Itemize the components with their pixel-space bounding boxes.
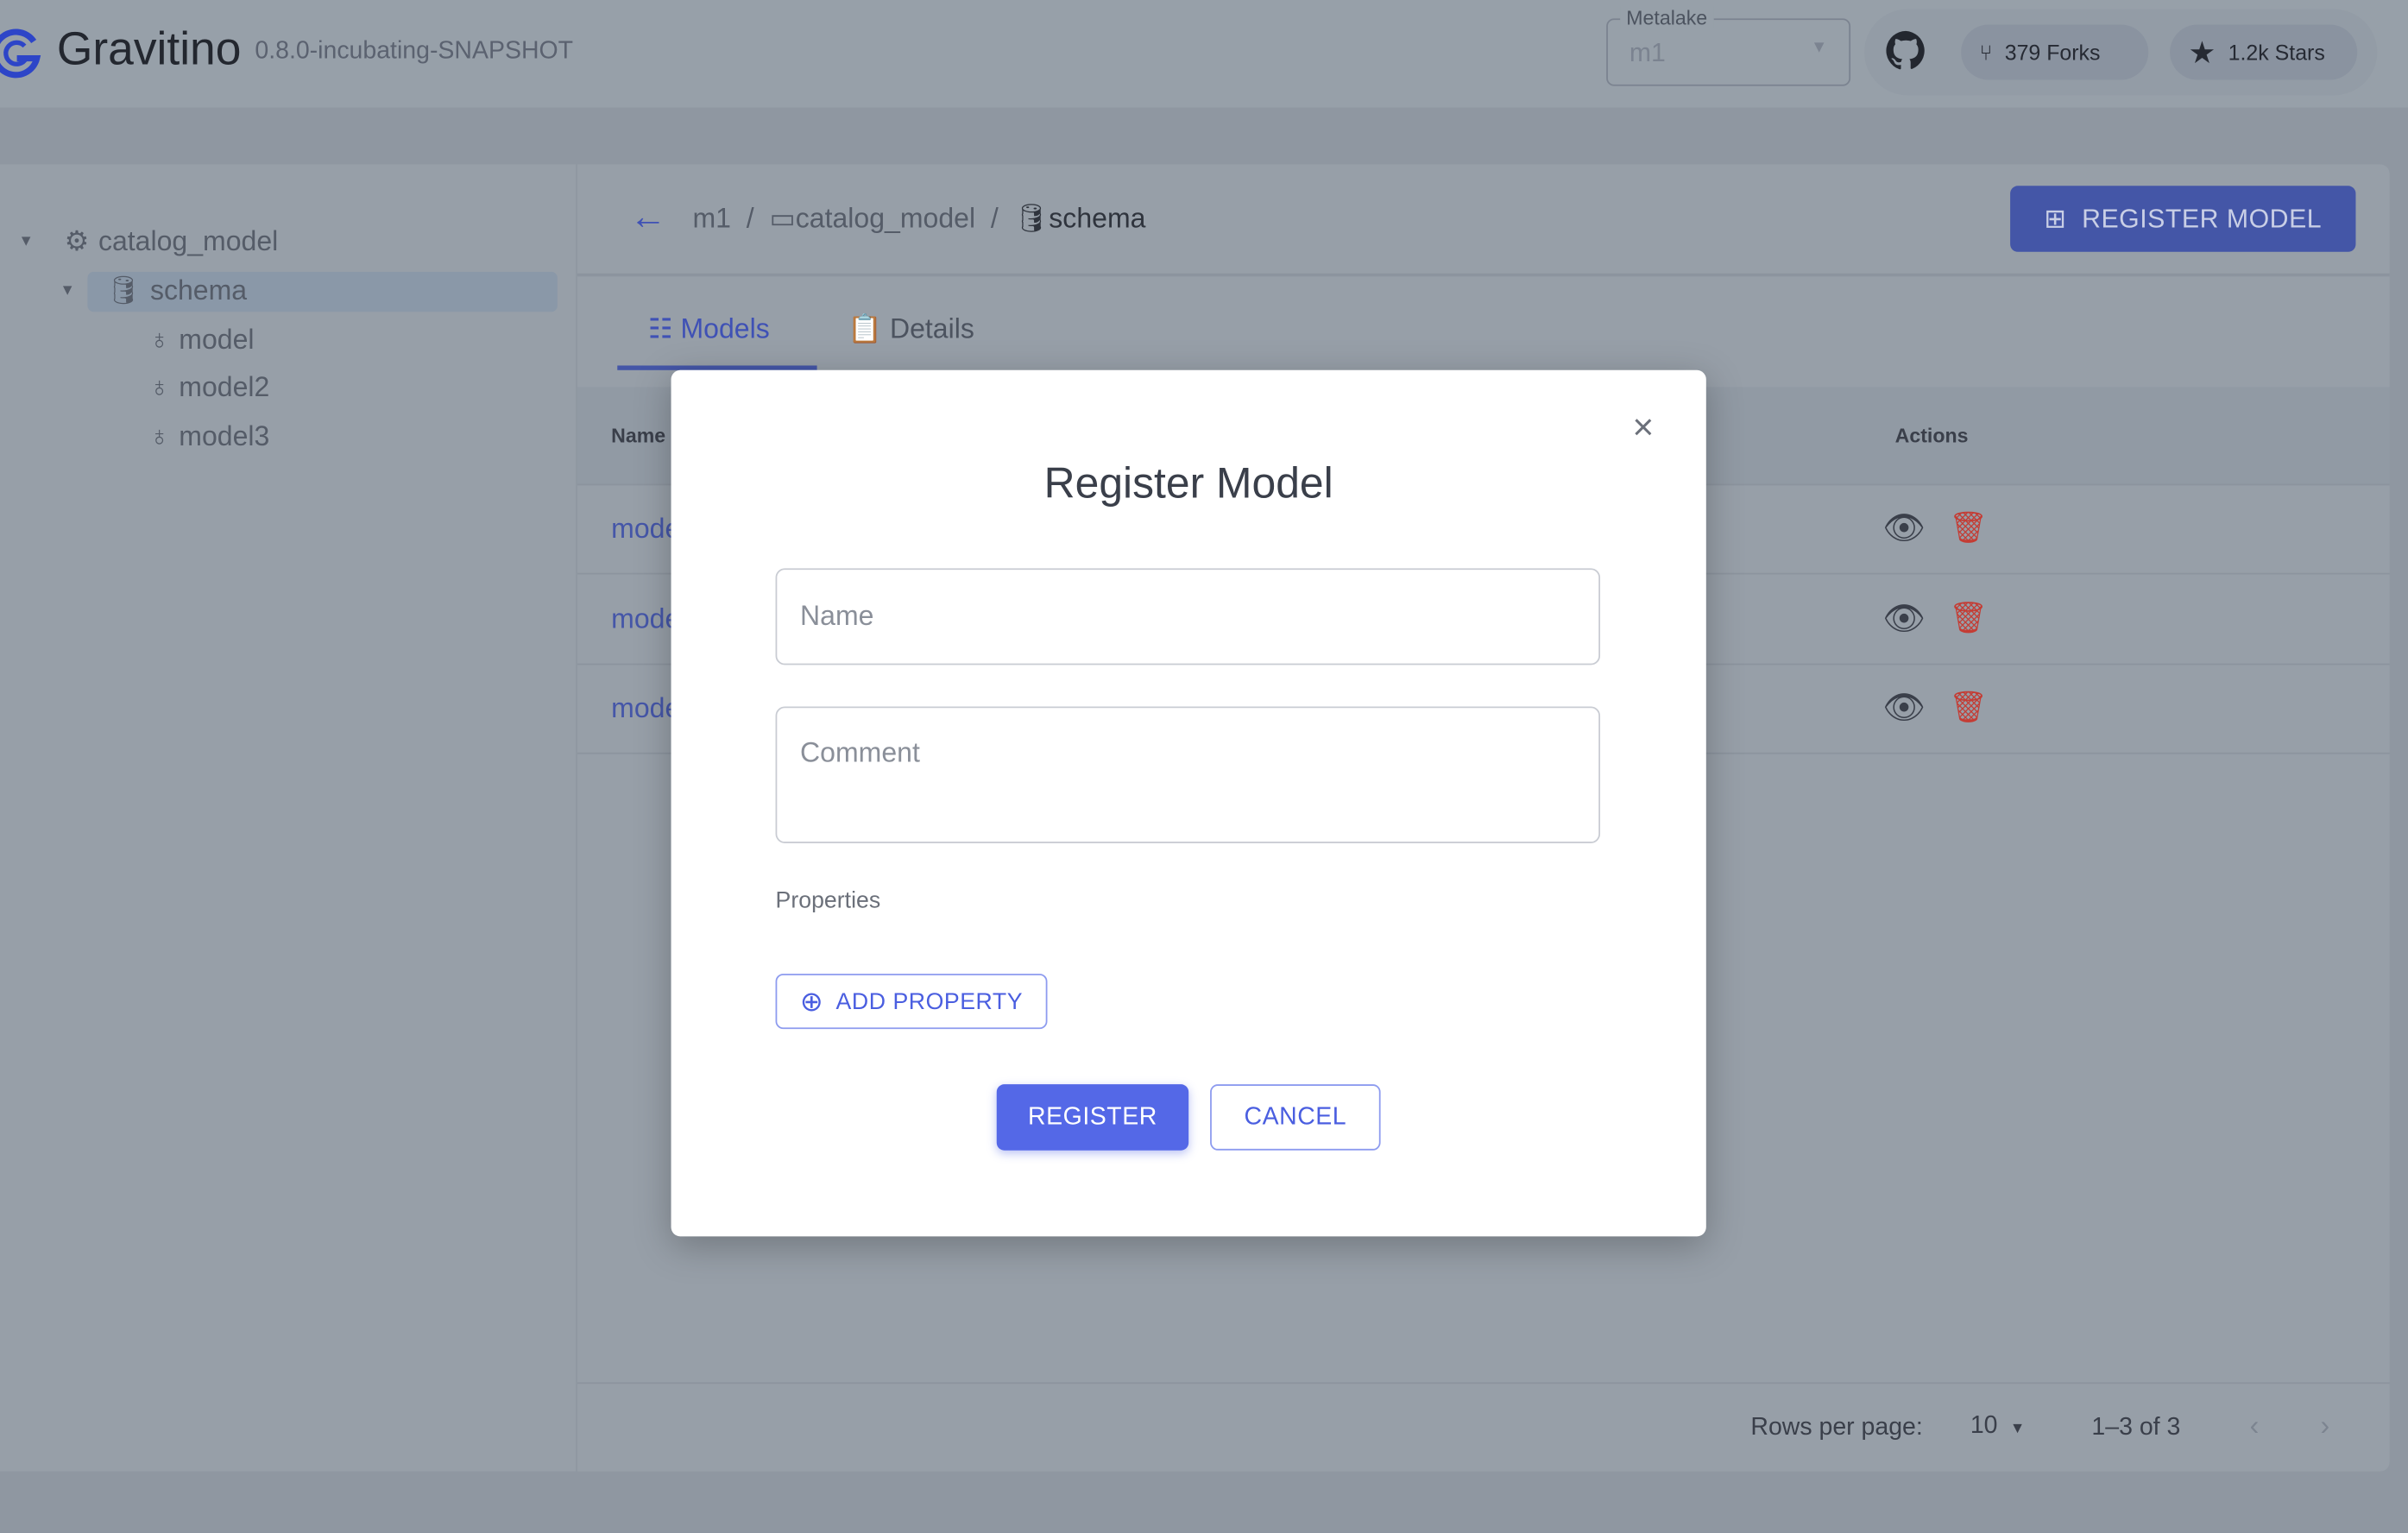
- tree-model[interactable]: ♁ model2: [149, 372, 270, 404]
- cancel-label: CANCEL: [1244, 1103, 1347, 1130]
- eye-icon[interactable]: 👁: [1882, 599, 1926, 639]
- clipboard-icon: 📋: [848, 312, 890, 344]
- sidebar-tree: ▼ ⚙ catalog_model ▼ 🛢 schema ♁ model ♁ model2 …: [0, 164, 577, 1472]
- rows-per-page-select[interactable]: 10 ▼: [1970, 1413, 2026, 1441]
- trash-icon[interactable]: 🗑: [1949, 508, 1988, 546]
- forks-button[interactable]: ⑂ 379 Forks: [1961, 24, 2149, 80]
- caret-down-icon: ▼: [18, 233, 34, 251]
- caret-down-icon: ▼: [60, 282, 76, 300]
- chevron-down-icon: ▼: [2009, 1420, 2026, 1438]
- prev-page-icon[interactable]: ‹: [2250, 1410, 2260, 1442]
- properties-label: Properties: [775, 887, 881, 914]
- metalake-value: m1: [1629, 38, 1666, 68]
- divider: [577, 1382, 2390, 1385]
- dialog-title: Register Model: [1043, 459, 1333, 508]
- tree-model[interactable]: ♁ model: [149, 324, 255, 356]
- metalake-label: Metalake: [1620, 6, 1714, 29]
- column-actions: Actions: [1894, 424, 1969, 447]
- breadcrumb-catalog[interactable]: ▭catalog_model: [769, 203, 975, 235]
- tree-model[interactable]: ♁ model3: [149, 421, 270, 453]
- breadcrumb-separator: /: [746, 202, 754, 234]
- model-icon: ♁: [148, 324, 170, 356]
- github-icon[interactable]: [1884, 29, 1927, 73]
- breadcrumb: m1 / ▭catalog_model / 🛢schema: [692, 203, 1145, 235]
- catalog-icon: ⚙: [64, 225, 90, 257]
- register-label: REGISTER: [1028, 1103, 1157, 1130]
- tab-details-label: Details: [889, 312, 974, 344]
- tree-model-label: model3: [179, 420, 270, 452]
- comment-placeholder: Comment: [800, 737, 920, 768]
- tab-details[interactable]: 📋 Details: [848, 313, 974, 345]
- add-property-button[interactable]: ⊕ ADD PROPERTY: [775, 974, 1048, 1030]
- breadcrumb-schema: 🛢schema: [1014, 203, 1146, 235]
- fork-icon: ⑂: [1979, 40, 1993, 65]
- eye-icon[interactable]: 👁: [1882, 508, 1926, 548]
- next-page-icon[interactable]: ›: [2321, 1410, 2330, 1442]
- add-property-label: ADD PROPERTY: [835, 987, 1024, 1015]
- trash-icon[interactable]: 🗑: [1949, 688, 1988, 726]
- app: Gravitino 0.8.0-incubating-SNAPSHOT Meta…: [0, 0, 2408, 1533]
- cancel-button[interactable]: CANCEL: [1210, 1084, 1381, 1151]
- tree-schema-label: schema: [149, 274, 248, 306]
- app-version: 0.8.0-incubating-SNAPSHOT: [255, 38, 574, 65]
- tree-schema[interactable]: ▼ 🛢 schema: [60, 274, 247, 306]
- model-icon: ♁: [148, 371, 170, 403]
- comment-input[interactable]: Comment: [775, 706, 1601, 843]
- database-icon: 🛢: [1013, 202, 1050, 234]
- stars-button[interactable]: ★ 1.2k Stars: [2170, 24, 2358, 80]
- tree-catalog-label: catalog_model: [98, 225, 279, 257]
- back-arrow-icon[interactable]: ←: [630, 197, 667, 240]
- model-icon: ♁: [148, 420, 170, 452]
- forks-count: 379 Forks: [2004, 40, 2101, 65]
- tree-catalog[interactable]: ▼ ⚙ catalog_model: [18, 226, 278, 258]
- register-model-label: REGISTER MODEL: [2082, 203, 2323, 233]
- divider: [577, 273, 2390, 277]
- register-model-button[interactable]: ⊞ REGISTER MODEL: [2010, 186, 2356, 252]
- rows-per-page-value: 10: [1970, 1412, 1998, 1440]
- list-icon: ☷: [647, 312, 681, 344]
- star-icon: ★: [2188, 35, 2216, 70]
- plus-box-icon: ⊞: [2044, 203, 2067, 233]
- catalog-icon: ▭: [769, 202, 796, 234]
- metalake-select[interactable]: Metalake m1 ▼: [1606, 6, 1851, 86]
- eye-icon[interactable]: 👁: [1882, 688, 1926, 728]
- register-model-dialog: × Register Model Name Comment Properties…: [671, 369, 1706, 1237]
- gravitino-logo-icon: [0, 28, 41, 79]
- tree-model-label: model2: [179, 371, 270, 403]
- breadcrumb-separator: /: [990, 202, 999, 234]
- database-icon: 🛢: [105, 274, 142, 306]
- breadcrumb-schema-label: schema: [1049, 202, 1146, 234]
- name-placeholder: Name: [800, 600, 874, 632]
- column-name: Name: [611, 424, 666, 447]
- register-button[interactable]: REGISTER: [996, 1084, 1189, 1151]
- tab-models-label: Models: [680, 312, 770, 344]
- plus-circle-icon: ⊕: [799, 985, 824, 1017]
- rows-per-page-label: Rows per page:: [1750, 1414, 1923, 1441]
- breadcrumb-catalog-label: catalog_model: [795, 202, 976, 234]
- close-icon[interactable]: ×: [1632, 407, 1654, 451]
- stars-count: 1.2k Stars: [2228, 40, 2325, 65]
- app-name: Gravitino: [56, 24, 242, 76]
- tab-models[interactable]: ☷ Models: [648, 313, 770, 345]
- name-input[interactable]: Name: [775, 568, 1601, 666]
- trash-icon[interactable]: 🗑: [1949, 599, 1988, 637]
- pagination-range: 1–3 of 3: [2091, 1414, 2181, 1441]
- top-header: Gravitino 0.8.0-incubating-SNAPSHOT Meta…: [0, 0, 2408, 108]
- breadcrumb-metalake[interactable]: m1: [692, 203, 731, 235]
- github-group: ⑂ 379 Forks ★ 1.2k Stars: [1864, 9, 2378, 96]
- chevron-down-icon: ▼: [1810, 38, 1828, 57]
- tree-model-label: model: [179, 324, 255, 356]
